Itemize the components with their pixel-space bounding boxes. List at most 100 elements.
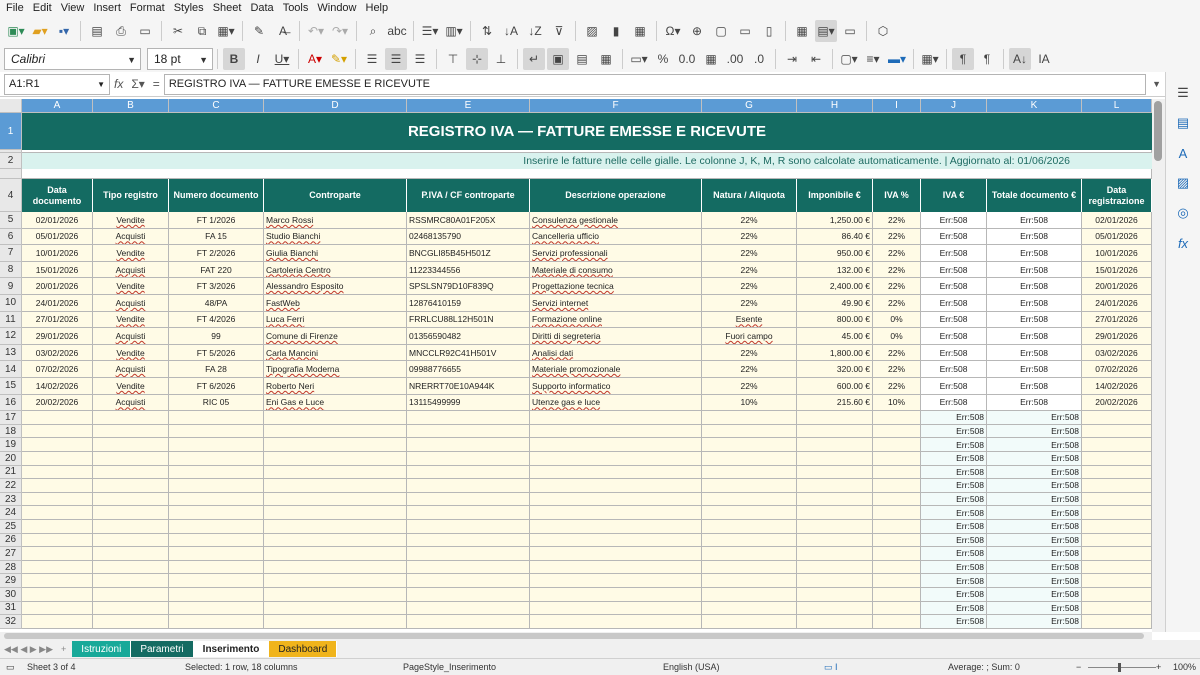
table-cell[interactable]: Err:508 (921, 438, 987, 452)
row-header[interactable]: 28 (0, 560, 22, 575)
table-cell[interactable] (264, 424, 407, 439)
table-cell[interactable]: Err:508 (987, 311, 1082, 329)
table-cell[interactable]: 24/01/2026 (22, 295, 93, 312)
table-cell[interactable]: Vendite (93, 278, 169, 295)
table-cell[interactable] (169, 533, 264, 548)
table-cell[interactable] (22, 533, 93, 548)
table-cell[interactable] (1082, 520, 1152, 534)
table-cell[interactable] (530, 615, 702, 629)
table-cell[interactable]: Err:508 (921, 311, 987, 329)
table-cell[interactable] (702, 574, 797, 588)
row-header[interactable]: 22 (0, 479, 22, 493)
menu-item-help[interactable]: Help (363, 0, 395, 17)
table-cell[interactable]: Err:508 (987, 588, 1082, 602)
table-cell[interactable]: Err:508 (921, 344, 987, 362)
table-cell[interactable] (702, 479, 797, 493)
table-cell[interactable]: Consulenza gestionale (530, 212, 702, 229)
table-cell[interactable]: 22% (702, 361, 797, 378)
table-cell[interactable] (702, 438, 797, 452)
table-cell[interactable]: Err:508 (987, 506, 1082, 520)
table-cell[interactable]: Err:508 (921, 588, 987, 602)
font-name-box[interactable]: Calibri ▼ (4, 47, 141, 70)
show-draw-functions-icon[interactable]: ▭ (839, 20, 861, 42)
table-cell[interactable] (1082, 411, 1152, 425)
autofilter-icon[interactable]: ⊽ (548, 20, 570, 42)
table-cell[interactable]: 01356590482 (407, 328, 530, 345)
table-cell[interactable] (407, 520, 530, 534)
table-cell[interactable] (93, 411, 169, 425)
table-cell[interactable]: NRERRT70E10A944K (407, 378, 530, 395)
text-vertical-icon[interactable]: IA (1033, 48, 1055, 70)
zoom-out-icon[interactable]: − (1076, 662, 1081, 672)
table-cell[interactable] (93, 574, 169, 588)
row-header[interactable]: 10 (0, 295, 22, 312)
table-cell[interactable] (93, 465, 169, 480)
properties-icon[interactable]: ▤ (1172, 112, 1194, 134)
table-cell[interactable]: 03/02/2026 (1082, 344, 1152, 362)
currency-format-icon[interactable]: ▭▾ (628, 48, 650, 70)
table-cell[interactable]: 320.00 € (797, 361, 873, 378)
percent-format-icon[interactable]: % (652, 48, 674, 70)
add-decimal-icon[interactable]: .00 (724, 48, 746, 70)
table-cell[interactable]: Cancelleria ufficio (530, 228, 702, 246)
table-cell[interactable]: Err:508 (987, 547, 1082, 561)
table-cell[interactable] (797, 465, 873, 480)
table-cell[interactable]: 800.00 € (797, 311, 873, 329)
table-cell[interactable] (407, 465, 530, 480)
table-cell[interactable]: 22% (702, 228, 797, 246)
table-cell[interactable]: Err:508 (987, 344, 1082, 362)
sheet-tab-istruzioni[interactable]: Istruzioni (72, 641, 132, 657)
table-cell[interactable] (407, 452, 530, 466)
copy-icon[interactable]: ⧉ (191, 20, 213, 42)
table-cell[interactable]: 45.00 € (797, 328, 873, 345)
table-cell[interactable] (264, 438, 407, 452)
table-cell[interactable]: 20/01/2026 (22, 278, 93, 295)
undo-icon[interactable]: ↶▾ (305, 20, 327, 42)
table-cell[interactable] (407, 506, 530, 520)
table-cell[interactable] (797, 492, 873, 507)
table-cell[interactable] (264, 506, 407, 520)
table-cell[interactable]: Err:508 (987, 520, 1082, 534)
zoom-slider[interactable] (1088, 667, 1156, 668)
row-header[interactable]: 8 (0, 261, 22, 279)
table-cell[interactable] (702, 615, 797, 629)
table-cell[interactable]: FT 2/2026 (169, 245, 264, 262)
table-cell[interactable]: Fuori campo (702, 328, 797, 345)
styles-icon[interactable]: A (1172, 142, 1194, 164)
table-cell[interactable] (93, 506, 169, 520)
decrease-indent-icon[interactable]: ⇤ (805, 48, 827, 70)
table-cell[interactable] (530, 574, 702, 588)
table-cell[interactable] (873, 601, 921, 616)
table-cell[interactable]: 22% (702, 212, 797, 229)
table-cell[interactable]: 22% (873, 295, 921, 312)
find-replace-icon[interactable]: ⌕ (362, 20, 384, 42)
insert-image-icon[interactable]: ▨ (581, 20, 603, 42)
table-cell[interactable]: Marco Rossi (264, 212, 407, 229)
row-header[interactable]: 12 (0, 328, 22, 345)
table-cell[interactable] (1082, 533, 1152, 548)
table-cell[interactable] (530, 547, 702, 561)
table-cell[interactable]: 14/02/2026 (1082, 378, 1152, 395)
table-cell[interactable] (702, 506, 797, 520)
table-cell[interactable] (702, 424, 797, 439)
increase-indent-icon[interactable]: ⇥ (781, 48, 803, 70)
table-cell[interactable]: 05/01/2026 (1082, 228, 1152, 246)
table-cell[interactable] (264, 588, 407, 602)
table-cell[interactable]: 20/01/2026 (1082, 278, 1152, 295)
table-cell[interactable]: Err:508 (921, 361, 987, 378)
column-header-i[interactable]: I (873, 99, 921, 113)
table-cell[interactable]: 0% (873, 328, 921, 345)
table-cell[interactable] (169, 465, 264, 480)
expand-formula-icon[interactable]: ▼ (1152, 79, 1161, 89)
table-cell[interactable]: Carla Mancini (264, 344, 407, 362)
column-header-k[interactable]: K (987, 99, 1082, 113)
align-top-icon[interactable]: ⊤ (442, 48, 464, 70)
table-cell[interactable]: 600.00 € (797, 378, 873, 395)
table-cell[interactable] (22, 479, 93, 493)
table-cell[interactable] (873, 547, 921, 561)
table-cell[interactable]: Err:508 (921, 574, 987, 588)
table-cell[interactable]: 27/01/2026 (22, 311, 93, 329)
table-cell[interactable]: 22% (873, 361, 921, 378)
table-cell[interactable]: SPSLSN79D10F839Q (407, 278, 530, 295)
table-cell[interactable]: 07/02/2026 (22, 361, 93, 378)
